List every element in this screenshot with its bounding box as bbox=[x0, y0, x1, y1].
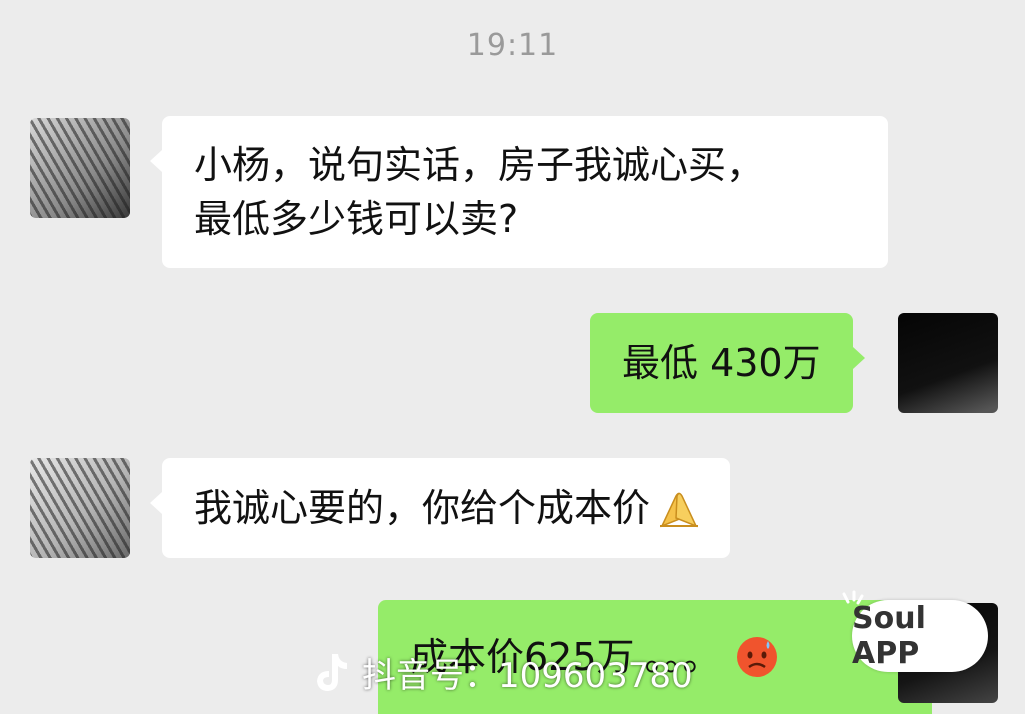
douyin-watermark: 抖音号：109603780 bbox=[312, 648, 693, 697]
douyin-id-text: 抖音号：109603780 bbox=[362, 656, 693, 696]
soul-app-badge: Soul APP bbox=[852, 600, 988, 672]
folded-hands-icon bbox=[660, 492, 699, 528]
message-text: 最低 430万 bbox=[622, 341, 821, 385]
redaction-scribble bbox=[30, 458, 130, 558]
hot-face-icon bbox=[736, 637, 777, 677]
outgoing-message-bubble[interactable]: 最低 430万 bbox=[590, 313, 865, 413]
contact-avatar[interactable] bbox=[30, 458, 130, 558]
message-text: 我诚心要的，你给个成本价 bbox=[194, 486, 651, 530]
douyin-logo-icon bbox=[317, 653, 347, 691]
user-avatar[interactable] bbox=[898, 313, 998, 413]
contact-avatar[interactable] bbox=[30, 118, 130, 218]
chat-timestamp: 19:11 bbox=[466, 28, 559, 63]
incoming-message-bubble[interactable]: 小杨，说句实话，房子我诚心买， 最低多少钱可以卖? bbox=[150, 116, 888, 268]
incoming-message-bubble[interactable]: 我诚心要的，你给个成本价 bbox=[149, 458, 731, 558]
message-text-line: 小杨，说句实话，房子我诚心买， bbox=[194, 143, 765, 187]
message-text-line: 最低多少钱可以卖? bbox=[194, 197, 519, 241]
redaction-scribble bbox=[30, 118, 130, 218]
soul-app-label: Soul APP bbox=[852, 601, 926, 671]
